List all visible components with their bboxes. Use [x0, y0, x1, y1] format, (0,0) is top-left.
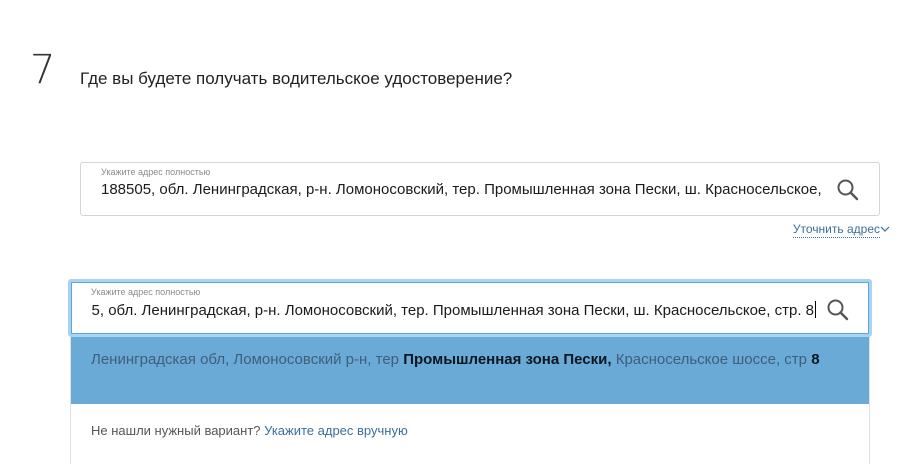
suggestion-text-part2: Красносельское шоссе, стр — [611, 351, 812, 368]
suggestion-text-match1: Промышленная зона Пески, — [403, 351, 612, 368]
address-input-active[interactable]: 188505, обл. Ленинградская, р-н. Ломонос… — [91, 301, 816, 321]
address-input-text: 188505, обл. Ленинградская, р-н. Ломонос… — [91, 302, 814, 319]
not-found-text: Не нашли нужный вариант? — [91, 423, 261, 438]
text-caret — [815, 301, 816, 318]
suggestion-item[interactable]: Ленинградская обл, Ломоносовский р-н, те… — [71, 337, 869, 404]
step-number: 7 — [30, 47, 56, 93]
address-field-active[interactable]: Укажите адрес полностью 188505, обл. Лен… — [68, 279, 872, 337]
suggestion-text-match2: 8 — [811, 351, 820, 368]
suggestions-dropdown: Ленинградская обл, Ломоносовский р-н, те… — [70, 337, 870, 464]
enter-address-manually-link[interactable]: Укажите адрес вручную — [264, 423, 408, 438]
address-field-filled[interactable]: Укажите адрес полностью 188505, обл. Лен… — [80, 162, 880, 216]
not-found-row: Не нашли нужный вариант? Укажите адрес в… — [91, 423, 408, 439]
search-icon[interactable] — [835, 177, 861, 203]
question-title: Где вы будете получать водительское удос… — [80, 69, 513, 88]
clarify-address-link[interactable]: Уточнить адрес — [792, 221, 880, 238]
suggestion-text-part1: Ленинградская обл, Ломоносовский р-н, те… — [91, 351, 404, 368]
search-icon[interactable] — [825, 297, 851, 323]
address-field-label: Укажите адрес полностью — [91, 287, 201, 297]
address-input-value[interactable]: 188505, обл. Ленинградская, р-н. Ломонос… — [101, 180, 826, 200]
chevron-down-icon[interactable] — [880, 222, 890, 236]
address-field-label: Укажите адрес полностью — [101, 167, 211, 177]
